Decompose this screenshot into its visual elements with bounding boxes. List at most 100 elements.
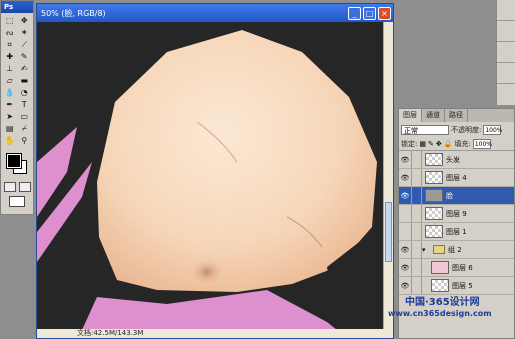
layer-name: 图层 1 [446,227,467,236]
link-slot[interactable] [411,205,422,222]
dock-slot-3[interactable] [497,42,515,63]
layer-name: 图层 6 [452,263,473,272]
vertical-scrollbar[interactable] [383,22,393,330]
layer-thumbnail [431,279,449,292]
layer-thumbnail [425,189,443,202]
link-slot[interactable] [411,241,422,258]
layer-thumbnail [425,171,443,184]
screen-mode-icon[interactable] [9,196,25,207]
hand-tool-icon[interactable]: ✋ [3,135,17,146]
dock-slot-2[interactable] [497,21,515,42]
lock-label: 锁定: [401,140,418,148]
lock-icons: ▦ ✎ ✥ 🔒 [419,140,452,148]
watermark-url: www.cn365design.com [388,309,492,318]
tab-layers[interactable]: 图层 [399,109,422,122]
dock-slot-1[interactable] [497,0,515,21]
status-bar: 文档:42.5M/143.3M [37,329,393,338]
scrollbar-thumb[interactable] [385,202,392,262]
blend-mode-select[interactable]: 正常 [401,125,449,135]
link-slot[interactable] [411,259,422,276]
slice-tool-icon[interactable]: ⟋ [18,39,32,50]
blur-tool-icon[interactable]: 💧 [3,87,17,98]
fill-input[interactable]: 100% [472,139,492,149]
minimize-icon[interactable]: _ [348,6,361,20]
eye-icon[interactable]: 👁 [399,192,411,200]
link-slot[interactable] [411,223,422,240]
eye-icon[interactable]: 👁 [399,174,411,182]
layer-row-selected[interactable]: 👁 脸 [399,187,514,205]
gradient-tool-icon[interactable]: ▬ [18,75,32,86]
healing-brush-tool-icon[interactable]: ✚ [3,51,17,62]
layer-thumbnail [425,153,443,166]
shape-tool-icon[interactable]: ▭ [18,111,32,122]
document-window: 50% (脸, RGB/8) _ □ × 文档:42.5M/143.3M [36,3,394,339]
layer-name: 脸 [446,191,453,200]
dock-slot-4[interactable] [497,63,515,84]
palette-dock [496,0,515,105]
layer-row[interactable]: 👁 头发 [399,151,514,169]
brush-icon[interactable] [411,187,422,204]
opacity-label: 不透明度: [451,126,482,134]
document-title: 50% (脸, RGB/8) [41,8,106,18]
fill-label: 填充: [454,140,471,148]
image-canvas[interactable] [37,22,385,330]
type-tool-icon[interactable]: T [18,99,32,110]
face-illustration [37,22,385,330]
path-selection-tool-icon[interactable]: ➤ [3,111,17,122]
eye-icon[interactable]: 👁 [399,264,411,272]
crop-tool-icon[interactable]: ⌗ [3,39,17,50]
layer-row[interactable]: 图层 1 [399,223,514,241]
layer-name: 头发 [446,155,460,164]
magic-wand-tool-icon[interactable]: ✶ [18,27,32,38]
maximize-icon[interactable]: □ [363,6,376,20]
layer-row[interactable]: 👁 图层 6 [399,259,514,277]
close-icon[interactable]: × [378,6,391,20]
layer-thumbnail [425,207,443,220]
layer-name: 图层 4 [446,173,467,182]
link-slot[interactable] [411,151,422,168]
eye-icon[interactable]: 👁 [399,282,411,290]
lock-transparency-icon[interactable]: ▦ [419,140,426,148]
layer-row[interactable]: 图层 9 [399,205,514,223]
tab-channels[interactable]: 通道 [422,109,445,122]
lasso-tool-icon[interactable]: ᔓ [3,27,17,38]
zoom-tool-icon[interactable]: ⚲ [18,135,32,146]
layer-row[interactable]: 👁 图层 4 [399,169,514,187]
standard-mode-icon[interactable] [3,182,16,192]
tools-palette-title: Ps [1,1,33,13]
lock-all-icon[interactable]: 🔒 [444,140,453,148]
expand-triangle-icon[interactable]: ▾ [422,246,430,254]
marquee-tool-icon[interactable]: ⬚ [3,15,17,26]
clone-stamp-tool-icon[interactable]: ⊥ [3,63,17,74]
layers-palette-tabs: 图层 通道 路径 [399,109,514,122]
lock-paint-icon[interactable]: ✎ [428,140,434,148]
quick-mask-controls [1,182,33,192]
lock-position-icon[interactable]: ✥ [436,140,442,148]
history-brush-tool-icon[interactable]: ✍ [18,63,32,74]
quick-mask-icon[interactable] [18,182,31,192]
nose-shadow [189,258,225,286]
tools-palette: Ps ⬚ ✥ ᔓ ✶ ⌗ ⟋ ✚ ✎ ⊥ ✍ ▱ ▬ 💧 ◔ ✒ T ➤ ▭ ▤… [0,0,34,215]
brush-tool-icon[interactable]: ✎ [18,51,32,62]
eraser-tool-icon[interactable]: ▱ [3,75,17,86]
watermark-title: 中国·365设计网 [405,297,480,308]
link-slot[interactable] [411,277,422,294]
layer-thumbnail [425,225,443,238]
group-name: 组 2 [448,245,462,254]
layer-thumbnail [431,261,449,274]
eye-icon[interactable]: 👁 [399,246,411,254]
foreground-color-swatch[interactable] [6,153,22,169]
notes-tool-icon[interactable]: ▤ [3,123,17,134]
dodge-tool-icon[interactable]: ◔ [18,87,32,98]
move-tool-icon[interactable]: ✥ [18,15,32,26]
eye-icon[interactable]: 👁 [399,156,411,164]
link-slot[interactable] [411,169,422,186]
eyedropper-tool-icon[interactable]: ⌿ [18,123,32,134]
group-row[interactable]: 👁 ▾ 组 2 [399,241,514,259]
tab-paths[interactable]: 路径 [445,109,468,122]
document-titlebar[interactable]: 50% (脸, RGB/8) _ □ × [37,4,393,22]
layer-name: 图层 9 [446,209,467,218]
layer-name: 图层 5 [452,281,473,290]
opacity-input[interactable]: 100% [483,125,503,135]
pen-tool-icon[interactable]: ✒ [3,99,17,110]
